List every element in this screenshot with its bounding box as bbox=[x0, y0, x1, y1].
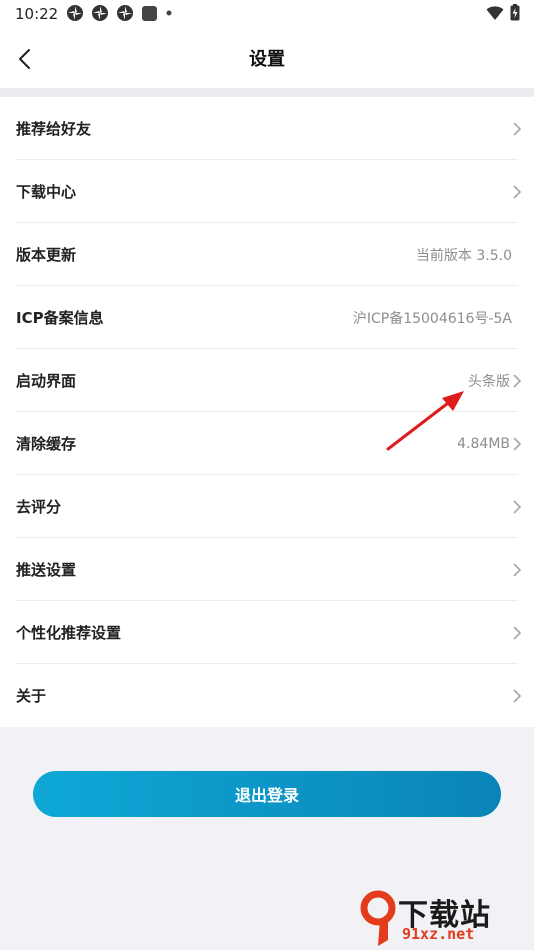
settings-row-value: 头条版 bbox=[468, 373, 510, 390]
settings-row-label: 关于 bbox=[16, 687, 47, 705]
settings-list: 推荐给好友下载中心版本更新 当前版本 3.5.0 ICP备案信息 沪ICP备15004… bbox=[0, 97, 534, 727]
chevron-right-icon bbox=[513, 122, 521, 135]
settings-row-value: 沪ICP备15004616号-5A bbox=[352, 310, 512, 327]
system-icons bbox=[486, 4, 520, 21]
watermark: 下载站 91xz.net bbox=[358, 888, 528, 948]
notification-icons bbox=[66, 4, 173, 22]
chevron-right-icon bbox=[513, 437, 521, 450]
settings-row[interactable]: ICP备案信息 沪ICP备15004616号-5A bbox=[0, 286, 534, 349]
settings-row[interactable]: 版本更新 当前版本 3.5.0 bbox=[0, 223, 534, 286]
settings-row-value: 当前版本 3.5.0 bbox=[415, 247, 512, 264]
settings-row[interactable]: 启动界面 头条版 bbox=[0, 349, 534, 412]
status-time: 10:22 bbox=[15, 5, 59, 23]
settings-row[interactable]: 去评分 bbox=[0, 475, 534, 538]
header-bar: 设置 bbox=[0, 28, 534, 88]
settings-row[interactable]: 推送设置 bbox=[0, 538, 534, 601]
settings-row[interactable]: 关于 bbox=[0, 664, 534, 727]
settings-row[interactable]: 下载中心 bbox=[0, 160, 534, 223]
settings-row-label: 个性化推荐设置 bbox=[16, 624, 122, 642]
wifi-icon bbox=[486, 5, 504, 20]
settings-row-label: ICP备案信息 bbox=[16, 309, 104, 327]
status-bar: 10:22 bbox=[0, 0, 534, 28]
chevron-right-icon bbox=[513, 374, 521, 387]
pinwheel-icon bbox=[92, 5, 108, 21]
settings-row[interactable]: 个性化推荐设置 bbox=[0, 601, 534, 664]
settings-row-label: 清除缓存 bbox=[16, 435, 77, 453]
battery-icon bbox=[510, 4, 520, 21]
chevron-right-icon bbox=[513, 185, 521, 198]
settings-row[interactable]: 推荐给好友 bbox=[0, 97, 534, 160]
settings-row-label: 启动界面 bbox=[16, 372, 77, 390]
watermark-url: 91xz.net bbox=[402, 925, 475, 943]
settings-row-value: 4.84MB bbox=[457, 435, 510, 452]
watermark-text: 下载站 bbox=[398, 898, 491, 933]
logout-button[interactable]: 退出登录 bbox=[33, 771, 501, 817]
settings-row[interactable]: 清除缓存 4.84MB bbox=[0, 412, 534, 475]
pinwheel-icon bbox=[117, 5, 133, 21]
settings-row-label: 推送设置 bbox=[16, 561, 77, 579]
chevron-right-icon bbox=[513, 689, 521, 702]
settings-row-label: 版本更新 bbox=[16, 246, 77, 264]
chevron-right-icon bbox=[513, 500, 521, 513]
settings-row-label: 去评分 bbox=[16, 498, 62, 516]
section-divider bbox=[0, 88, 534, 97]
dot-icon bbox=[166, 10, 172, 16]
app-square-icon bbox=[142, 5, 157, 21]
pinwheel-icon bbox=[67, 5, 83, 21]
settings-row-label: 推荐给好友 bbox=[16, 120, 92, 138]
watermark-logo-icon bbox=[360, 890, 396, 946]
chevron-right-icon bbox=[513, 563, 521, 576]
settings-row-label: 下载中心 bbox=[16, 183, 77, 201]
chevron-right-icon bbox=[513, 626, 521, 639]
page-title: 设置 bbox=[249, 49, 285, 70]
